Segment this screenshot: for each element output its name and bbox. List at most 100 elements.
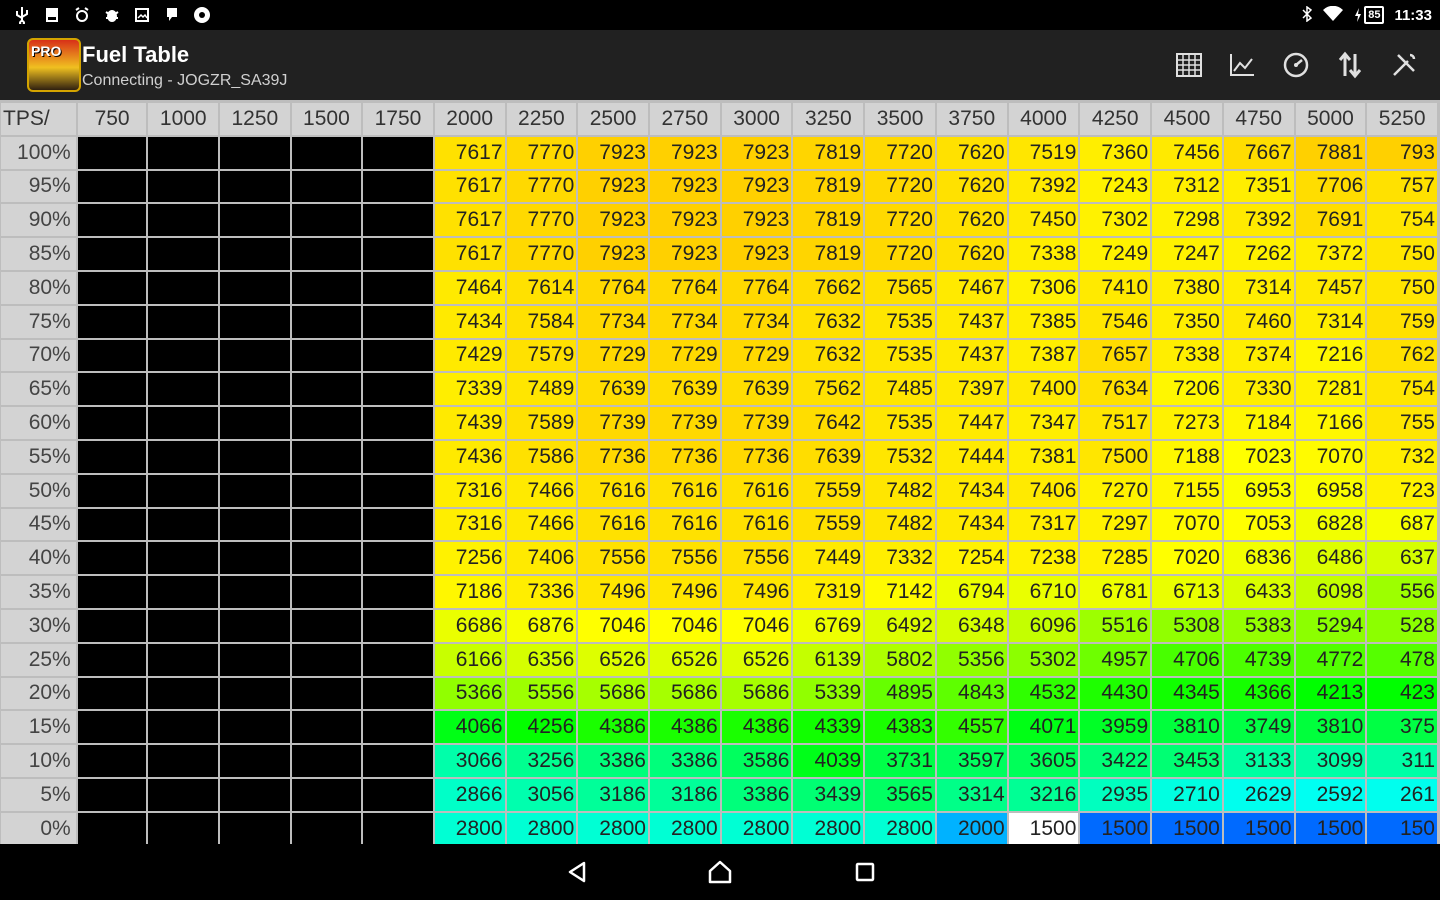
fuel-cell[interactable]: 7372 bbox=[1295, 238, 1366, 270]
fuel-cell[interactable] bbox=[291, 170, 362, 203]
fuel-cell[interactable]: 6166 bbox=[434, 643, 505, 676]
fuel-cell[interactable]: 5308 bbox=[1152, 609, 1222, 642]
fuel-cell[interactable]: 6958 bbox=[1295, 474, 1366, 507]
fuel-cell[interactable]: 3605 bbox=[1008, 745, 1079, 777]
rpm-column-header[interactable]: 4500 bbox=[1152, 103, 1222, 135]
fuel-cell[interactable]: 2800 bbox=[793, 812, 864, 844]
fuel-cell[interactable] bbox=[291, 643, 362, 676]
fuel-cell[interactable]: 7764 bbox=[578, 271, 648, 304]
fuel-cell[interactable] bbox=[363, 170, 433, 203]
fuel-cell[interactable]: 4383 bbox=[865, 711, 935, 744]
fuel-cell[interactable]: 5383 bbox=[1223, 609, 1294, 642]
tps-row-header[interactable]: 5% bbox=[1, 778, 76, 811]
fuel-cell[interactable] bbox=[291, 373, 362, 406]
tools-button[interactable] bbox=[1387, 48, 1421, 82]
rpm-column-header[interactable]: 1500 bbox=[291, 103, 362, 135]
fuel-cell[interactable]: 7360 bbox=[1080, 136, 1151, 169]
tps-row-header[interactable]: 65% bbox=[1, 373, 76, 406]
fuel-cell[interactable]: 7556 bbox=[578, 542, 648, 575]
fuel-cell[interactable] bbox=[363, 745, 433, 777]
fuel-cell[interactable]: 1500 bbox=[1152, 812, 1222, 844]
fuel-cell[interactable]: 7437 bbox=[936, 305, 1007, 338]
fuel-cell[interactable] bbox=[291, 711, 362, 744]
fuel-cell[interactable]: 3597 bbox=[936, 745, 1007, 777]
fuel-cell[interactable]: 7535 bbox=[865, 339, 935, 372]
fuel-cell[interactable]: 3386 bbox=[578, 745, 648, 777]
fuel-cell[interactable]: 7489 bbox=[506, 373, 577, 406]
fuel-cell[interactable]: 7532 bbox=[865, 440, 935, 473]
fuel-cell[interactable]: 7464 bbox=[434, 271, 505, 304]
fuel-cell[interactable] bbox=[291, 812, 362, 844]
fuel-cell[interactable]: 7923 bbox=[649, 204, 720, 237]
fuel-cell[interactable]: 5686 bbox=[649, 677, 720, 710]
fuel-cell[interactable]: 7467 bbox=[936, 271, 1007, 304]
fuel-cell[interactable] bbox=[148, 373, 219, 406]
fuel-cell[interactable]: 6686 bbox=[434, 609, 505, 642]
fuel-cell[interactable]: 4843 bbox=[936, 677, 1007, 710]
fuel-cell[interactable] bbox=[148, 271, 219, 304]
fuel-cell[interactable]: 4706 bbox=[1152, 643, 1222, 676]
fuel-cell[interactable] bbox=[77, 711, 147, 744]
fuel-cell[interactable]: 7406 bbox=[506, 542, 577, 575]
fuel-cell[interactable]: 732 bbox=[1367, 440, 1437, 473]
fuel-cell[interactable]: 687 bbox=[1367, 508, 1437, 541]
fuel-cell[interactable] bbox=[291, 440, 362, 473]
fuel-cell[interactable]: 2592 bbox=[1295, 778, 1366, 811]
fuel-cell[interactable] bbox=[148, 643, 219, 676]
fuel-cell[interactable]: 7556 bbox=[649, 542, 720, 575]
fuel-cell[interactable]: 2629 bbox=[1223, 778, 1294, 811]
fuel-cell[interactable]: 7923 bbox=[649, 170, 720, 203]
fuel-cell[interactable]: 7770 bbox=[506, 136, 577, 169]
fuel-cell[interactable]: 7923 bbox=[721, 204, 792, 237]
fuel-cell[interactable]: 7317 bbox=[1008, 508, 1079, 541]
tps-row-header[interactable]: 45% bbox=[1, 508, 76, 541]
tps-row-header[interactable]: 60% bbox=[1, 407, 76, 439]
fuel-cell[interactable]: 7739 bbox=[578, 407, 648, 439]
tps-row-header[interactable]: 40% bbox=[1, 542, 76, 575]
fuel-cell[interactable] bbox=[291, 305, 362, 338]
fuel-cell[interactable] bbox=[77, 745, 147, 777]
fuel-cell[interactable]: 7285 bbox=[1080, 542, 1151, 575]
fuel-cell[interactable]: 7620 bbox=[936, 204, 1007, 237]
fuel-cell[interactable]: 7706 bbox=[1295, 170, 1366, 203]
fuel-cell[interactable] bbox=[291, 339, 362, 372]
fuel-cell[interactable]: 3453 bbox=[1152, 745, 1222, 777]
fuel-cell[interactable] bbox=[291, 542, 362, 575]
fuel-cell[interactable] bbox=[220, 508, 290, 541]
fuel-cell[interactable] bbox=[148, 508, 219, 541]
fuel-cell[interactable]: 7517 bbox=[1080, 407, 1151, 439]
fuel-cell[interactable]: 2935 bbox=[1080, 778, 1151, 811]
fuel-cell[interactable]: 6828 bbox=[1295, 508, 1366, 541]
fuel-cell[interactable]: 5802 bbox=[865, 643, 935, 676]
fuel-cell[interactable]: 7482 bbox=[865, 508, 935, 541]
fuel-cell[interactable]: 6526 bbox=[721, 643, 792, 676]
fuel-cell[interactable]: 6836 bbox=[1223, 542, 1294, 575]
fuel-cell[interactable]: 7449 bbox=[793, 542, 864, 575]
fuel-cell[interactable]: 7639 bbox=[578, 373, 648, 406]
fuel-cell[interactable]: 6713 bbox=[1152, 576, 1222, 608]
fuel-cell[interactable]: 4772 bbox=[1295, 643, 1366, 676]
fuel-cell[interactable]: 3422 bbox=[1080, 745, 1151, 777]
fuel-cell[interactable]: 7519 bbox=[1008, 136, 1079, 169]
fuel-cell[interactable] bbox=[77, 643, 147, 676]
fuel-cell[interactable]: 7496 bbox=[649, 576, 720, 608]
fuel-cell[interactable]: 793 bbox=[1367, 136, 1437, 169]
fuel-cell[interactable]: 7314 bbox=[1223, 271, 1294, 304]
fuel-cell[interactable]: 7546 bbox=[1080, 305, 1151, 338]
fuel-cell[interactable]: 478 bbox=[1367, 643, 1437, 676]
fuel-cell[interactable]: 7770 bbox=[506, 238, 577, 270]
fuel-cell[interactable] bbox=[77, 170, 147, 203]
fuel-cell[interactable]: 7764 bbox=[721, 271, 792, 304]
fuel-cell[interactable]: 3586 bbox=[721, 745, 792, 777]
fuel-cell[interactable]: 7434 bbox=[936, 474, 1007, 507]
fuel-cell[interactable] bbox=[77, 508, 147, 541]
fuel-cell[interactable]: 7439 bbox=[434, 407, 505, 439]
fuel-cell[interactable]: 750 bbox=[1367, 271, 1437, 304]
fuel-cell[interactable]: 7338 bbox=[1008, 238, 1079, 270]
fuel-cell[interactable] bbox=[291, 576, 362, 608]
fuel-cell[interactable] bbox=[220, 170, 290, 203]
fuel-cell[interactable]: 5294 bbox=[1295, 609, 1366, 642]
tps-row-header[interactable]: 35% bbox=[1, 576, 76, 608]
fuel-cell[interactable]: 6486 bbox=[1295, 542, 1366, 575]
fuel-cell[interactable]: 2800 bbox=[434, 812, 505, 844]
